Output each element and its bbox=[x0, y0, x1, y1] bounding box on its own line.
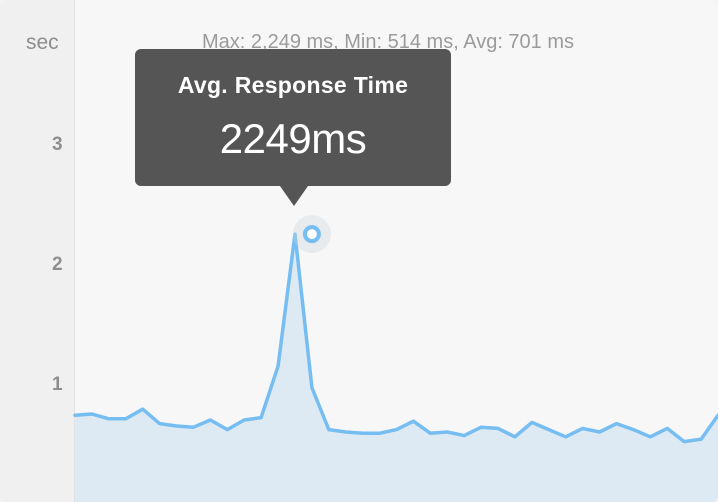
data-point[interactable] bbox=[122, 415, 130, 423]
data-point[interactable] bbox=[139, 405, 147, 413]
data-point[interactable] bbox=[460, 432, 468, 440]
data-point[interactable] bbox=[443, 428, 451, 436]
data-point[interactable] bbox=[629, 426, 637, 434]
data-point[interactable] bbox=[393, 426, 401, 434]
data-point[interactable] bbox=[88, 410, 96, 418]
response-time-widget: sec Max: 2,249 ms, Min: 514 ms, Avg: 701… bbox=[0, 0, 718, 502]
data-point[interactable] bbox=[562, 433, 570, 441]
data-point[interactable] bbox=[173, 422, 181, 430]
data-point[interactable] bbox=[223, 426, 231, 434]
data-point[interactable] bbox=[342, 428, 350, 436]
data-point[interactable] bbox=[274, 362, 282, 370]
data-point[interactable] bbox=[613, 420, 621, 428]
data-point[interactable] bbox=[257, 414, 265, 422]
data-point[interactable] bbox=[511, 433, 519, 441]
data-point[interactable] bbox=[71, 411, 79, 419]
tooltip: Avg. Response Time 2249ms bbox=[135, 49, 451, 206]
data-point[interactable] bbox=[156, 420, 164, 428]
data-point[interactable] bbox=[477, 423, 485, 431]
data-point[interactable] bbox=[596, 428, 604, 436]
data-point[interactable] bbox=[663, 424, 671, 432]
data-point[interactable] bbox=[646, 433, 654, 441]
data-point[interactable] bbox=[494, 424, 502, 432]
data-point[interactable] bbox=[189, 423, 197, 431]
highlighted-data-point[interactable] bbox=[302, 225, 321, 244]
data-point[interactable] bbox=[409, 417, 417, 425]
data-point[interactable] bbox=[579, 424, 587, 432]
data-point[interactable] bbox=[105, 415, 113, 423]
data-point[interactable] bbox=[680, 438, 688, 446]
data-point[interactable] bbox=[697, 435, 705, 443]
data-point[interactable] bbox=[528, 418, 536, 426]
data-point[interactable] bbox=[359, 429, 367, 437]
area-fill bbox=[75, 234, 718, 502]
data-point[interactable] bbox=[545, 426, 553, 434]
data-point[interactable] bbox=[426, 429, 434, 437]
data-point[interactable] bbox=[376, 429, 384, 437]
data-point[interactable] bbox=[325, 426, 333, 434]
data-point[interactable] bbox=[240, 416, 248, 424]
series-line bbox=[73, 232, 718, 444]
tooltip-title: Avg. Response Time bbox=[177, 72, 409, 98]
tooltip-value: 2249ms bbox=[219, 115, 367, 162]
data-point[interactable] bbox=[206, 416, 214, 424]
data-point[interactable] bbox=[308, 384, 316, 392]
